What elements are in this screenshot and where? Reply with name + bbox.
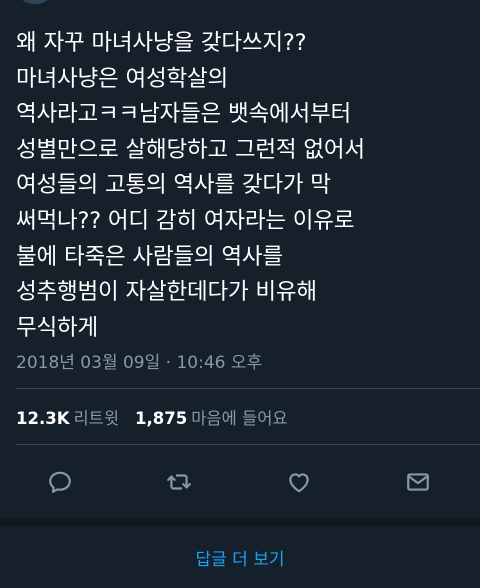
retweet-icon — [167, 474, 191, 490]
retweet-label[interactable]: 리트윗 — [74, 409, 120, 428]
dm-button[interactable] — [398, 462, 438, 502]
tweet-action-bar — [0, 462, 480, 502]
retweet-button[interactable] — [159, 462, 199, 502]
avatar[interactable] — [20, 0, 50, 4]
reply-icon — [49, 471, 71, 493]
reply-button[interactable] — [40, 462, 80, 502]
tweet-text: 왜 자꾸 마녀사냥을 갖다쓰지?? 마녀사냥은 여성학살의 역사라고ㅋㅋ남자들은… — [16, 26, 466, 346]
tweet-text-line: 마녀사냥은 여성학살의 — [16, 65, 228, 92]
tweet-text-line: 불에 타죽은 사람들의 역사를 — [16, 243, 283, 270]
retweet-count[interactable]: 12.3K — [16, 409, 70, 428]
divider — [16, 388, 480, 389]
dm-icon — [407, 473, 429, 491]
like-label[interactable]: 마음에 들어요 — [191, 409, 287, 428]
section-separator — [0, 518, 480, 526]
like-button[interactable] — [279, 462, 319, 502]
tweet-text-line: 무식하게 — [16, 314, 99, 341]
engagement-stats: 12.3K 리트윗 1,875 마음에 들어요 — [16, 405, 288, 429]
tweet-text-line: 여성들의 고통의 역사를 갖다가 막 — [16, 172, 331, 199]
show-more-replies-button[interactable]: 답글 더 보기 — [0, 526, 480, 588]
tweet-text-line: 써먹나?? 어디 감히 여자라는 이유로 — [16, 207, 355, 234]
divider — [16, 444, 480, 445]
like-count[interactable]: 1,875 — [135, 409, 187, 428]
tweet-text-line: 성추행범이 자살한데다가 비유해 — [16, 279, 317, 306]
tweet-text-line: 성별만으로 살해당하고 그런적 없어서 — [16, 136, 365, 163]
tweet-text-line: 왜 자꾸 마녀사냥을 갖다쓰지?? — [16, 30, 307, 56]
like-icon — [289, 473, 309, 493]
tweet-timestamp[interactable]: 2018년 03월 09일 · 10:46 오후 — [16, 348, 262, 373]
tweet-text-line: 역사라고ㅋㅋ남자들은 뱃속에서부터 — [16, 101, 351, 128]
tweet-detail-view: 왜 자꾸 마녀사냥을 갖다쓰지?? 마녀사냥은 여성학살의 역사라고ㅋㅋ남자들은… — [0, 0, 480, 588]
